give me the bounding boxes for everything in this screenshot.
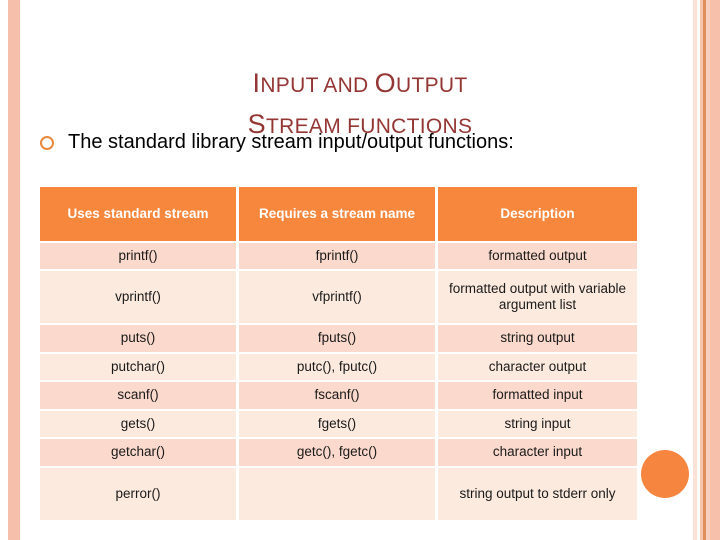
page-title-text-utput: UTPUT: [395, 74, 468, 98]
column-header-requires-a-stream-name: Requires a stream name: [239, 187, 435, 241]
table-row: printf() fprintf() formatted output: [40, 243, 637, 270]
bullet-ring-icon: [40, 135, 54, 150]
table-row: gets() fgets() string input: [40, 410, 637, 438]
cell-standard: putchar(): [40, 353, 236, 381]
table-header-row: Uses standard stream Requires a stream n…: [40, 187, 637, 241]
table-row: scanf() fscanf() formatted input: [40, 382, 637, 409]
page-title-cap-o: O: [374, 68, 396, 99]
column-header-description: Description: [438, 187, 637, 241]
table-row: putchar() putc(), fputc() character outp…: [40, 353, 637, 381]
page-title-text-input-and: NPUT AND: [260, 74, 375, 98]
cell-stream: fputs(): [239, 325, 435, 352]
cell-description: formatted input: [438, 382, 637, 409]
cell-description: string output to stderr only: [438, 467, 637, 520]
column-header-uses-standard-stream: Uses standard stream: [40, 187, 236, 241]
bullet-item: The standard library stream input/output…: [40, 131, 660, 154]
decor-stripe-right-5: [710, 0, 720, 540]
cell-standard: printf(): [40, 243, 236, 270]
cell-stream: fgets(): [239, 410, 435, 438]
decor-stripe-right-1: [693, 0, 697, 540]
table-row: puts() fputs() string output: [40, 325, 637, 352]
cell-standard: vprintf(): [40, 271, 236, 324]
cell-description: formatted output with variable argument …: [438, 271, 637, 324]
decor-circle: [641, 450, 689, 498]
table-body: printf() fprintf() formatted output vpri…: [40, 243, 637, 520]
cell-stream: fprintf(): [239, 243, 435, 270]
cell-standard: gets(): [40, 410, 236, 438]
cell-standard: scanf(): [40, 382, 236, 409]
slide-canvas: INPUT AND OUTPUT STREAM FUNCTIONS The st…: [0, 0, 720, 540]
cell-stream: vfprintf(): [239, 271, 435, 324]
cell-description: string output: [438, 325, 637, 352]
cell-stream: fscanf(): [239, 382, 435, 409]
cell-standard: puts(): [40, 325, 236, 352]
cell-description: string input: [438, 410, 637, 438]
io-functions-table: Uses standard stream Requires a stream n…: [37, 185, 640, 522]
page-title-line-1: INPUT AND OUTPUT: [60, 61, 660, 102]
table-header: Uses standard stream Requires a stream n…: [40, 187, 637, 241]
cell-standard: perror(): [40, 467, 236, 520]
cell-standard: getchar(): [40, 439, 236, 466]
cell-description: character input: [438, 439, 637, 466]
table-row: getchar() getc(), fgetc() character inpu…: [40, 439, 637, 466]
bullet-item-label: The standard library stream input/output…: [68, 131, 514, 153]
cell-description: character output: [438, 353, 637, 381]
left-margin-block: [0, 0, 8, 540]
cell-stream: getc(), fgetc(): [239, 439, 435, 466]
table-row: perror() string output to stderr only: [40, 467, 637, 520]
table-row: vprintf() vfprintf() formatted output wi…: [40, 271, 637, 324]
cell-stream: putc(), fputc(): [239, 353, 435, 381]
cell-description: formatted output: [438, 243, 637, 270]
cell-stream: [239, 467, 435, 520]
decor-stripe-left: [8, 0, 20, 540]
